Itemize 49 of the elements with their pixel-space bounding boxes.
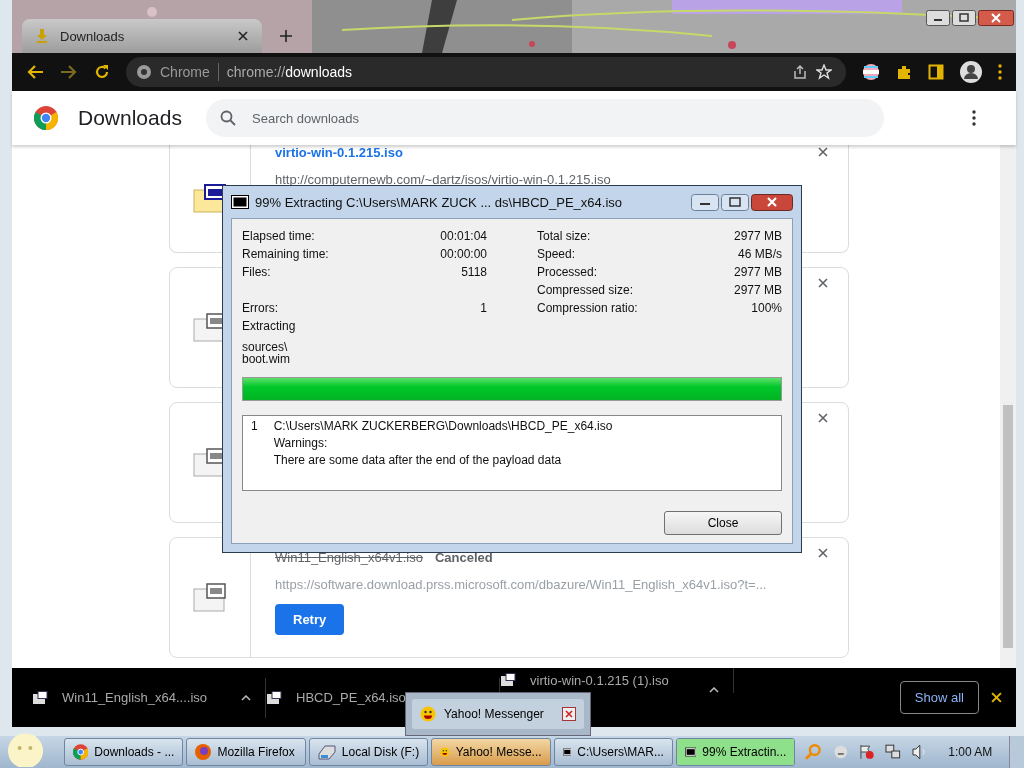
taskbar-button[interactable]: 99% Extractin... xyxy=(675,738,796,766)
stat-label: Compressed size: xyxy=(537,283,634,297)
show-all-button[interactable]: Show all xyxy=(899,681,979,714)
message-text: C:\Users\MARK ZUCKERBERG\Downloads\HBCD_PE_x64.iso xyxy=(273,419,613,433)
stat-label: Errors: xyxy=(242,301,278,315)
stat-value: 100% xyxy=(751,301,782,315)
message-number: 1 xyxy=(251,419,258,435)
close-button[interactable]: Close xyxy=(664,511,782,535)
url-text: chrome://downloads xyxy=(226,64,353,80)
dialog-title: 99% Extracting C:\Users\MARK ZUCK ... ds\HBCD_PE_x64.iso xyxy=(255,194,622,210)
stat-label: Elapsed time: xyxy=(242,229,315,243)
stat-value: 00:01:04 xyxy=(440,229,487,243)
search-field[interactable]: Search downloads xyxy=(206,99,884,137)
message-text: There are some data after the end of the payload data xyxy=(273,453,563,467)
stat-label: Processed: xyxy=(537,265,598,279)
stat-label: Compression ratio: xyxy=(537,301,638,315)
current-file: boot.wim xyxy=(242,353,292,365)
stat-value: 2977 MB xyxy=(733,229,782,243)
shelf-file-name[interactable]: virtio-win-0.1.215 (1).iso xyxy=(530,673,695,688)
current-file: sources\ xyxy=(242,341,289,353)
stat-value: 00:00:00 xyxy=(440,247,487,261)
taskbar-button[interactable]: Mozilla Firefox xyxy=(186,738,306,766)
stat-value: 5118 xyxy=(461,265,487,279)
clock[interactable]: 1:00 AM xyxy=(948,745,993,759)
taskbar-button[interactable]: Downloads - ... xyxy=(64,738,184,766)
browser-tab[interactable]: Downloads xyxy=(22,19,262,53)
message-text: Warnings: xyxy=(273,436,329,450)
tab-title: Downloads xyxy=(60,28,126,44)
action-label: Extracting xyxy=(242,319,297,333)
shelf-file-name[interactable]: Win11_English_x64....iso xyxy=(62,690,227,705)
file-name: Win11_English_x64v1.iso xyxy=(275,550,423,565)
taskbar-button[interactable]: Yahoo! Messe... xyxy=(431,738,551,766)
page-title: Downloads xyxy=(78,106,183,130)
stat-value: 2977 MB xyxy=(733,265,782,279)
stat-value: 1 xyxy=(480,301,487,315)
retry-button[interactable]: Retry xyxy=(275,604,345,635)
stat-label: Remaining time: xyxy=(242,247,329,261)
site-label: Chrome xyxy=(160,64,210,80)
stat-label: Speed: xyxy=(537,247,576,261)
taskbar-button[interactable]: Local Disk (F:) xyxy=(308,738,429,766)
stat-value: 46 MB/s xyxy=(738,247,782,261)
download-status: Canceled xyxy=(434,550,493,565)
stat-label: Total size: xyxy=(537,229,591,243)
address-bar[interactable]: Chrome chrome://downloads xyxy=(126,57,846,87)
stat-value: 2977 MB xyxy=(733,283,782,297)
stat-label: Files: xyxy=(242,265,271,279)
taskbar-button[interactable]: C:\Users\MAR... xyxy=(553,738,673,766)
source-url[interactable]: http://computernewb.com/~dartz/isos/virtio-win-0.1.215.iso xyxy=(275,172,611,187)
file-name[interactable]: virtio-win-0.1.215.iso xyxy=(275,145,403,160)
